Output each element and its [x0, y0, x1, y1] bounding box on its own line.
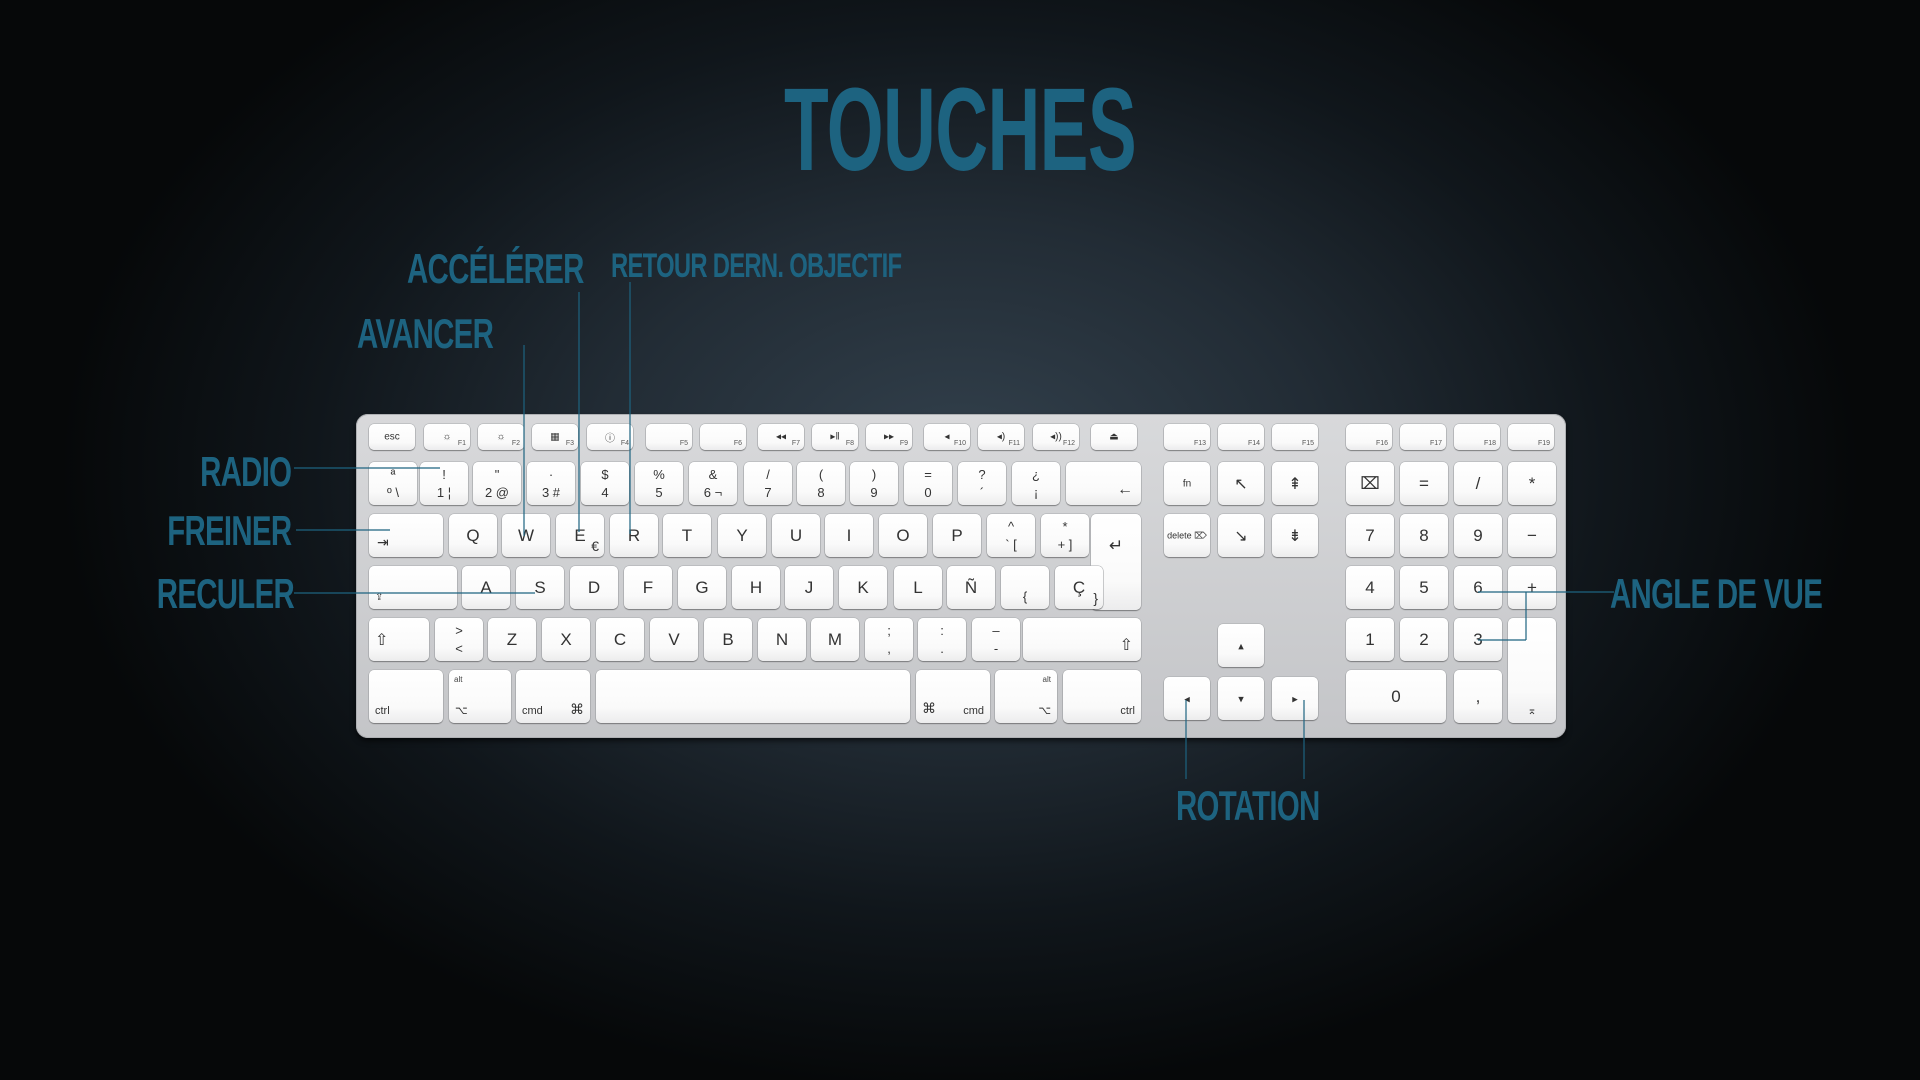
callout-lines — [294, 282, 1614, 779]
